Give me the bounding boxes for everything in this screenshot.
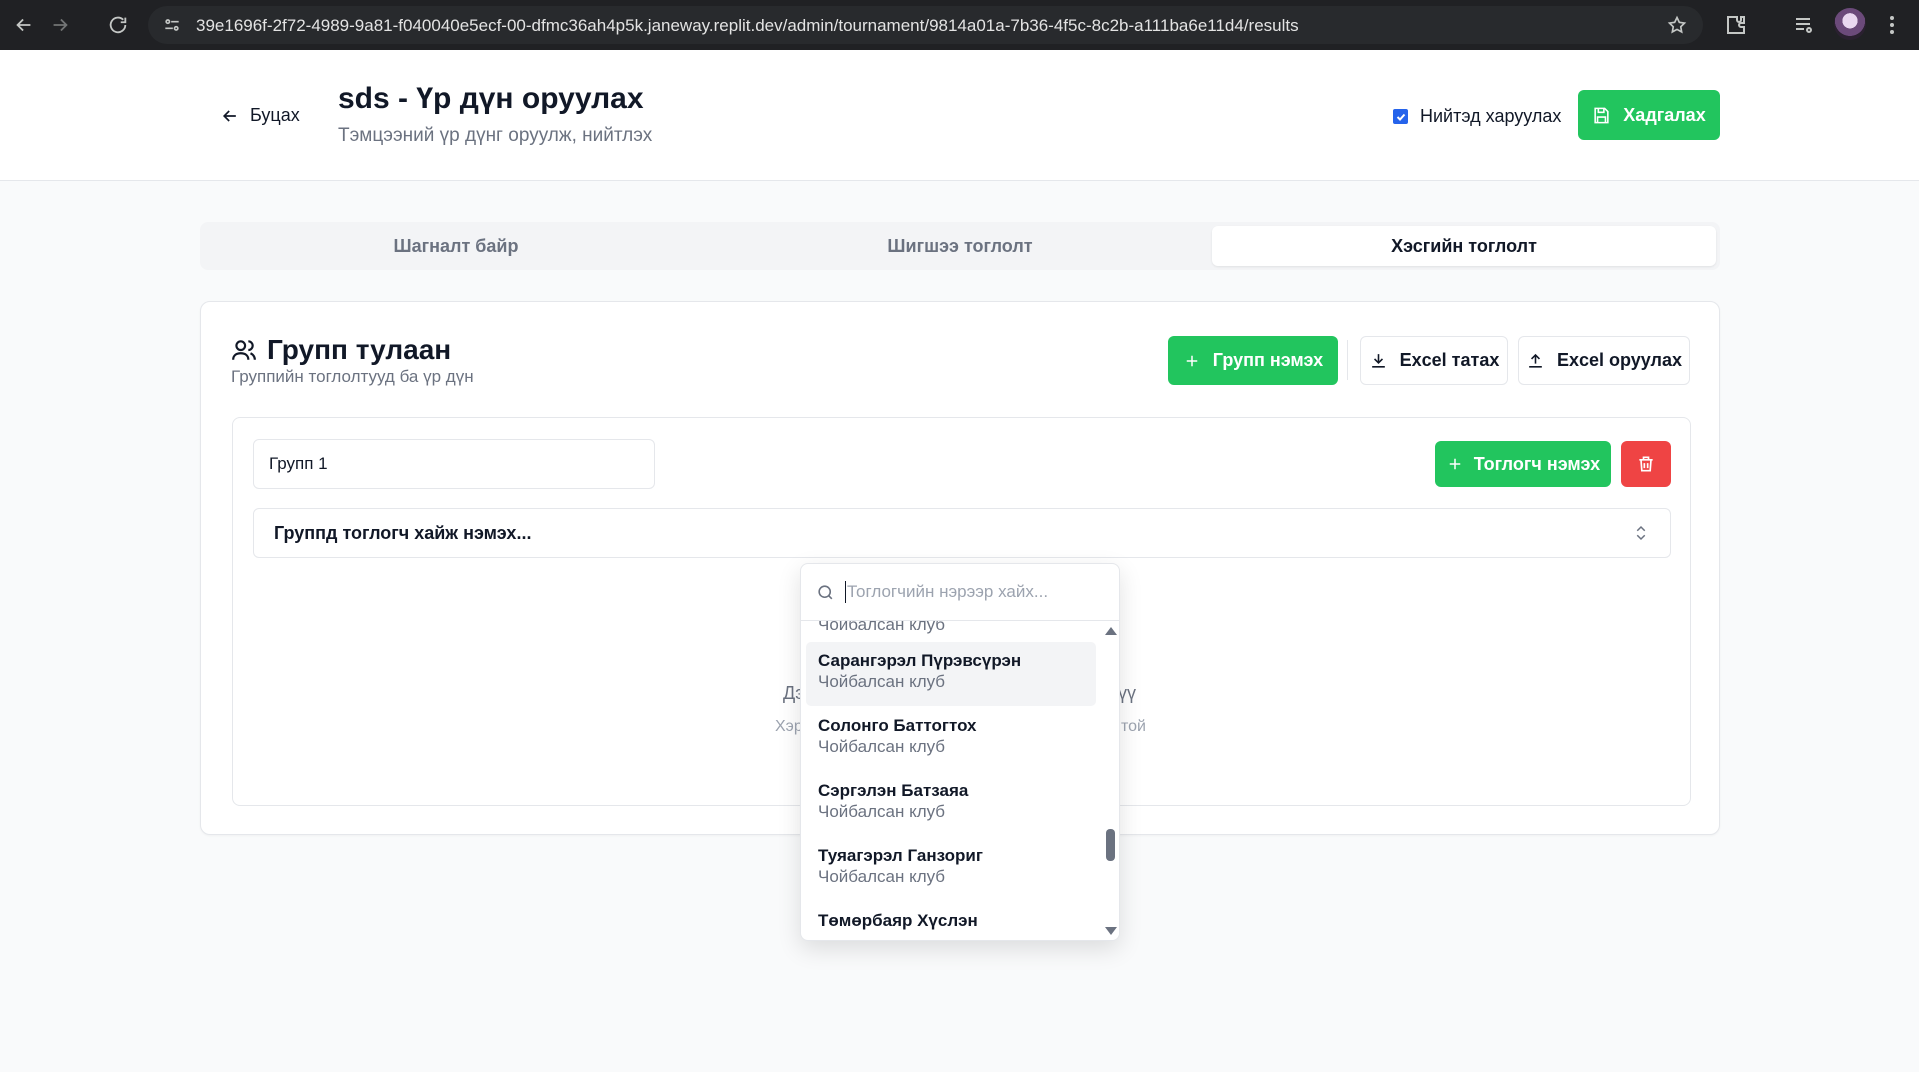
player-option-club: Чойбалсан клуб: [818, 621, 946, 634]
player-option-club: Чойбалсан клуб: [818, 737, 946, 756]
player-option-club: Чойбалсан клуб: [818, 672, 946, 691]
player-option-name: Солонго Баттогтох: [818, 716, 977, 735]
profile-avatar[interactable]: [1834, 8, 1866, 40]
arrow-left-icon: [222, 109, 236, 122]
tab-awards[interactable]: Шагналт байр: [204, 226, 708, 266]
player-option[interactable]: Солонго Баттогтох Чойбалсан клуб: [806, 707, 1096, 771]
plus-icon: [1186, 355, 1198, 366]
card-title-text: Групп тулаан: [267, 334, 452, 365]
save-icon: [1594, 107, 1609, 123]
popover-search-bar: [801, 564, 1119, 621]
empty-state-title-end: үү: [1118, 683, 1136, 703]
add-player-label: Тоглогч нэмэх: [1473, 453, 1601, 474]
address-bar[interactable]: 39e1696f-2f72-4989-9a81-f040040e5ecf-00-…: [148, 6, 1703, 44]
back-arrow-icon[interactable]: [12, 13, 36, 37]
publish-checkbox[interactable]: [1393, 109, 1408, 124]
add-group-button[interactable]: Групп нэмэх: [1168, 336, 1338, 385]
tab-group-stage[interactable]: Хэсгийн тоглолт: [1212, 226, 1716, 266]
check-icon: [1396, 113, 1405, 121]
media-queue-icon[interactable]: [1792, 13, 1816, 37]
results-tabs: Шагналт байр Шигшээ тоглолт Хэсгийн тогл…: [200, 222, 1720, 270]
player-search-input[interactable]: [847, 582, 1107, 602]
player-option[interactable]: Төмөрбаяр Хүслэн: [806, 902, 1096, 940]
users-icon: [232, 340, 256, 360]
tab-playoffs[interactable]: Шигшээ тоглолт: [708, 226, 1212, 266]
text-caret: [845, 581, 846, 603]
delete-group-button[interactable]: [1621, 441, 1671, 487]
back-button[interactable]: Буцах: [220, 105, 300, 126]
player-search-popover: Чойбалсан клуб Сарангэрэл Пүрэвсүрэн Чой…: [800, 563, 1120, 941]
bookmark-star-icon[interactable]: [1667, 15, 1687, 35]
trash-icon: [1639, 456, 1653, 472]
add-group-label: Групп нэмэх: [1212, 350, 1324, 370]
scroll-up-arrow-icon[interactable]: [1105, 627, 1117, 635]
url-text[interactable]: 39e1696f-2f72-4989-9a81-f040040e5ecf-00-…: [196, 16, 1299, 36]
combobox-label: Группд тоглогч хайж нэмэх...: [274, 522, 532, 543]
upload-icon: [1529, 353, 1542, 368]
empty-state-hint-end: той: [1121, 718, 1146, 735]
back-label: Буцах: [250, 105, 300, 125]
add-player-button[interactable]: Тоглогч нэмэх: [1435, 441, 1611, 487]
player-option-name: Туяагэрэл Ганзориг: [818, 846, 983, 865]
player-option[interactable]: Сэргэлэн Батзаяа Чойбалсан клуб: [806, 772, 1096, 836]
browser-toolbar: 39e1696f-2f72-4989-9a81-f040040e5ecf-00-…: [0, 0, 1919, 50]
group-name-input[interactable]: Групп 1: [253, 439, 655, 489]
excel-upload-button[interactable]: Excel оруулах: [1518, 336, 1690, 385]
chevrons-up-down-icon: [1636, 525, 1646, 541]
page-subtitle: Тэмцээний үр дүнг оруулж, нийтлэх: [338, 125, 653, 146]
toolbar-divider: [1347, 340, 1348, 380]
save-label: Хадгалах: [1623, 104, 1706, 125]
search-icon: [818, 584, 833, 599]
empty-state-hint-start: Хэр: [775, 718, 803, 735]
page-header: Буцах sds - Үр дүн оруулах Тэмцээний үр …: [0, 50, 1919, 181]
player-options-list: Чойбалсан клуб Сарангэрэл Пүрэвсүрэн Чой…: [801, 621, 1101, 940]
publish-label: Нийтэд харуулах: [1420, 106, 1562, 126]
excel-upload-label: Excel оруулах: [1556, 350, 1683, 370]
card-subtitle: Группийн тоглолтууд ба үр дүн: [231, 367, 474, 386]
player-option-club: Чойбалсан клуб: [818, 802, 946, 821]
player-option[interactable]: Сарангэрэл Пүрэвсүрэн Чойбалсан клуб: [806, 642, 1096, 706]
forward-arrow-icon[interactable]: [48, 13, 72, 37]
player-option-name: Сэргэлэн Батзаяа: [818, 781, 969, 800]
excel-download-button[interactable]: Excel татах: [1360, 336, 1508, 385]
player-search-combobox[interactable]: Группд тоглогч хайж нэмэх...: [253, 508, 1671, 558]
excel-download-label: Excel татах: [1399, 350, 1500, 370]
player-option-name: Төмөрбаяр Хүслэн: [818, 911, 978, 930]
player-option-name: Сарангэрэл Пүрэвсүрэн: [818, 651, 1022, 670]
extensions-icon[interactable]: [1724, 13, 1748, 37]
options-scrollbar[interactable]: [1101, 621, 1119, 940]
card-title: Групп тулаан: [231, 334, 451, 366]
publish-toggle[interactable]: Нийтэд харуулах: [1393, 106, 1561, 127]
save-button[interactable]: Хадгалах: [1578, 90, 1720, 140]
player-option[interactable]: Туяагэрэл Ганзориг Чойбалсан клуб: [806, 837, 1096, 901]
page-title: sds - Үр дүн оруулах: [338, 82, 644, 115]
scroll-down-arrow-icon[interactable]: [1105, 927, 1117, 935]
player-option-club: Чойбалсан клуб: [818, 867, 946, 886]
kebab-menu-icon[interactable]: [1880, 13, 1904, 37]
reload-icon[interactable]: [106, 13, 130, 37]
download-icon: [1371, 354, 1385, 368]
site-settings-icon[interactable]: [162, 15, 182, 35]
plus-icon: [1449, 458, 1461, 470]
scrollbar-thumb[interactable]: [1106, 829, 1115, 861]
